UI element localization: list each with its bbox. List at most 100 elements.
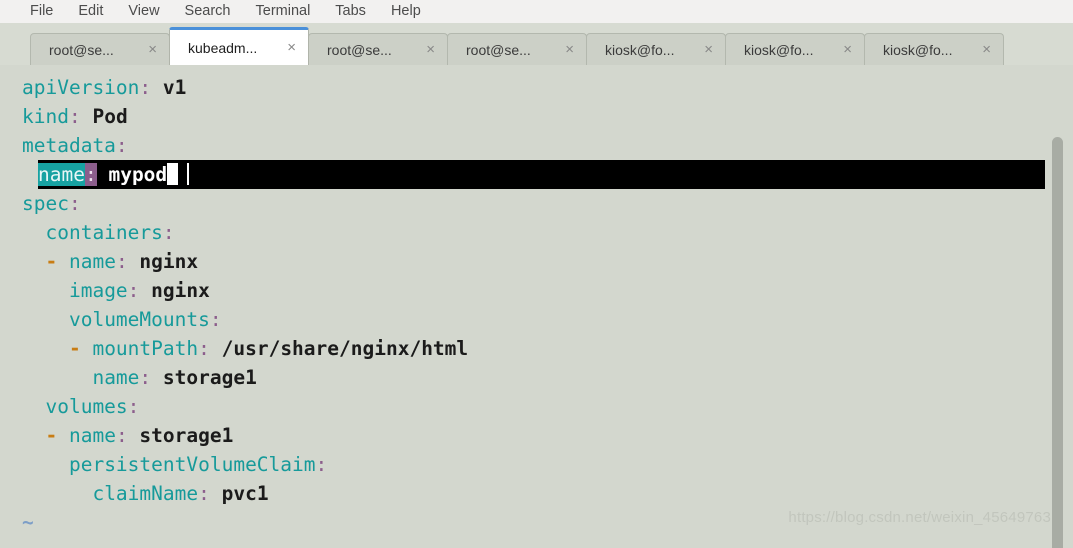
menu-item-help[interactable]: Help [391,0,421,23]
yaml-list-dash: - [45,424,69,447]
yaml-value: nginx [127,250,199,273]
tab-5[interactable]: kiosk@fo... × [725,33,865,65]
yaml-key: containers [45,221,163,244]
watermark: https://blog.csdn.net/weixin_45649763 [788,509,1051,526]
vim-line: containers: [22,218,1073,247]
current-line-content: name: mypod [22,163,190,186]
vim-line: kind: Pod [22,102,1073,131]
yaml-key: apiVersion [22,76,140,99]
tab-3[interactable]: root@se... × [447,33,587,65]
yaml-key: claimName [92,482,199,505]
yaml-value: mypod [96,163,168,186]
yaml-colon: : [127,279,140,302]
vim-line: - name: nginx [22,247,1073,276]
yaml-list-dash: - [68,337,93,360]
yaml-key: name [38,163,85,186]
yaml-value: Pod [80,105,128,128]
yaml-colon: : [315,453,328,476]
scrollbar-track[interactable] [1052,65,1070,548]
tab-close-icon[interactable]: × [982,42,991,57]
vim-line: apiVersion: v1 [22,73,1073,102]
vim-line: volumeMounts: [22,305,1073,334]
cursor-column-marker [187,163,190,185]
yaml-key: volumes [45,395,128,418]
yaml-list-dash: - [45,250,69,273]
yaml-key: name [68,424,116,447]
tab-close-icon[interactable]: × [565,42,574,57]
tab-2[interactable]: root@se... × [308,33,448,65]
yaml-colon: : [162,221,175,244]
menu-item-search[interactable]: Search [185,0,231,23]
yaml-key: volumeMounts [68,308,210,331]
tab-label: root@se... [466,41,531,58]
yaml-key: persistentVolumeClaim [68,453,316,476]
tab-close-icon[interactable]: × [148,42,157,57]
vim-line: metadata: [22,131,1073,160]
tab-close-icon[interactable]: × [287,40,296,55]
yaml-key: kind [22,105,69,128]
yaml-key: metadata [22,134,116,157]
tilde-marker: ~ [22,540,34,548]
tab-4[interactable]: kiosk@fo... × [586,33,726,65]
yaml-colon: : [127,395,140,418]
tab-label: root@se... [49,41,114,58]
yaml-colon: : [115,134,128,157]
menu-item-view[interactable]: View [128,0,159,23]
tab-close-icon[interactable]: × [843,42,852,57]
yaml-key: name [68,250,116,273]
yaml-colon: : [139,366,152,389]
yaml-colon: : [115,250,128,273]
tab-label: root@se... [327,41,392,58]
vim-buffer: apiVersion: v1 kind: Pod metadata: name: my… [22,73,1073,548]
tab-strip: root@se... × kubeadm... × root@se... × root@se… [30,27,1004,65]
vim-empty-line: ~ [22,537,1073,548]
vim-line: persistentVolumeClaim: [22,450,1073,479]
tilde-marker: ~ [22,511,34,534]
vim-line: - mountPath: /usr/share/nginx/html [22,334,1073,363]
terminal-window: File Edit View Search Terminal Tabs Help… [0,0,1073,548]
tab-label: kubeadm... [188,39,258,56]
yaml-colon: : [68,192,81,215]
terminal-content[interactable]: apiVersion: v1 kind: Pod metadata: name: my… [0,65,1073,548]
menu-item-file[interactable]: File [30,0,53,23]
scrollbar-thumb[interactable] [1052,137,1063,548]
yaml-colon: : [115,424,128,447]
yaml-value: storage1 [127,424,234,447]
tab-label: kiosk@fo... [605,41,675,58]
vim-line: image: nginx [22,276,1073,305]
tab-1[interactable]: kubeadm... × [169,27,309,65]
vim-line: name: storage1 [22,363,1073,392]
tab-close-icon[interactable]: × [426,42,435,57]
yaml-key: name [92,366,140,389]
tab-bar: root@se... × kubeadm... × root@se... × root@se… [0,23,1073,65]
vim-line: name: mypod [22,160,1073,189]
yaml-colon: : [84,163,97,186]
tab-label: kiosk@fo... [744,41,814,58]
tab-close-icon[interactable]: × [704,42,713,57]
menubar: File Edit View Search Terminal Tabs Help [0,0,1073,23]
menu-item-edit[interactable]: Edit [78,0,103,23]
yaml-key: spec [22,192,69,215]
tab-label: kiosk@fo... [883,41,953,58]
menu-item-tabs[interactable]: Tabs [335,0,366,23]
vim-line: volumes: [22,392,1073,421]
vim-line: claimName: pvc1 [22,479,1073,508]
tab-0[interactable]: root@se... × [30,33,170,65]
menu-item-terminal[interactable]: Terminal [256,0,311,23]
yaml-colon: : [139,76,152,99]
yaml-colon: : [209,308,222,331]
yaml-key: mountPath [92,337,199,360]
yaml-colon: : [198,337,210,360]
yaml-value: pvc1 [209,482,269,505]
tab-6[interactable]: kiosk@fo... × [864,33,1004,65]
